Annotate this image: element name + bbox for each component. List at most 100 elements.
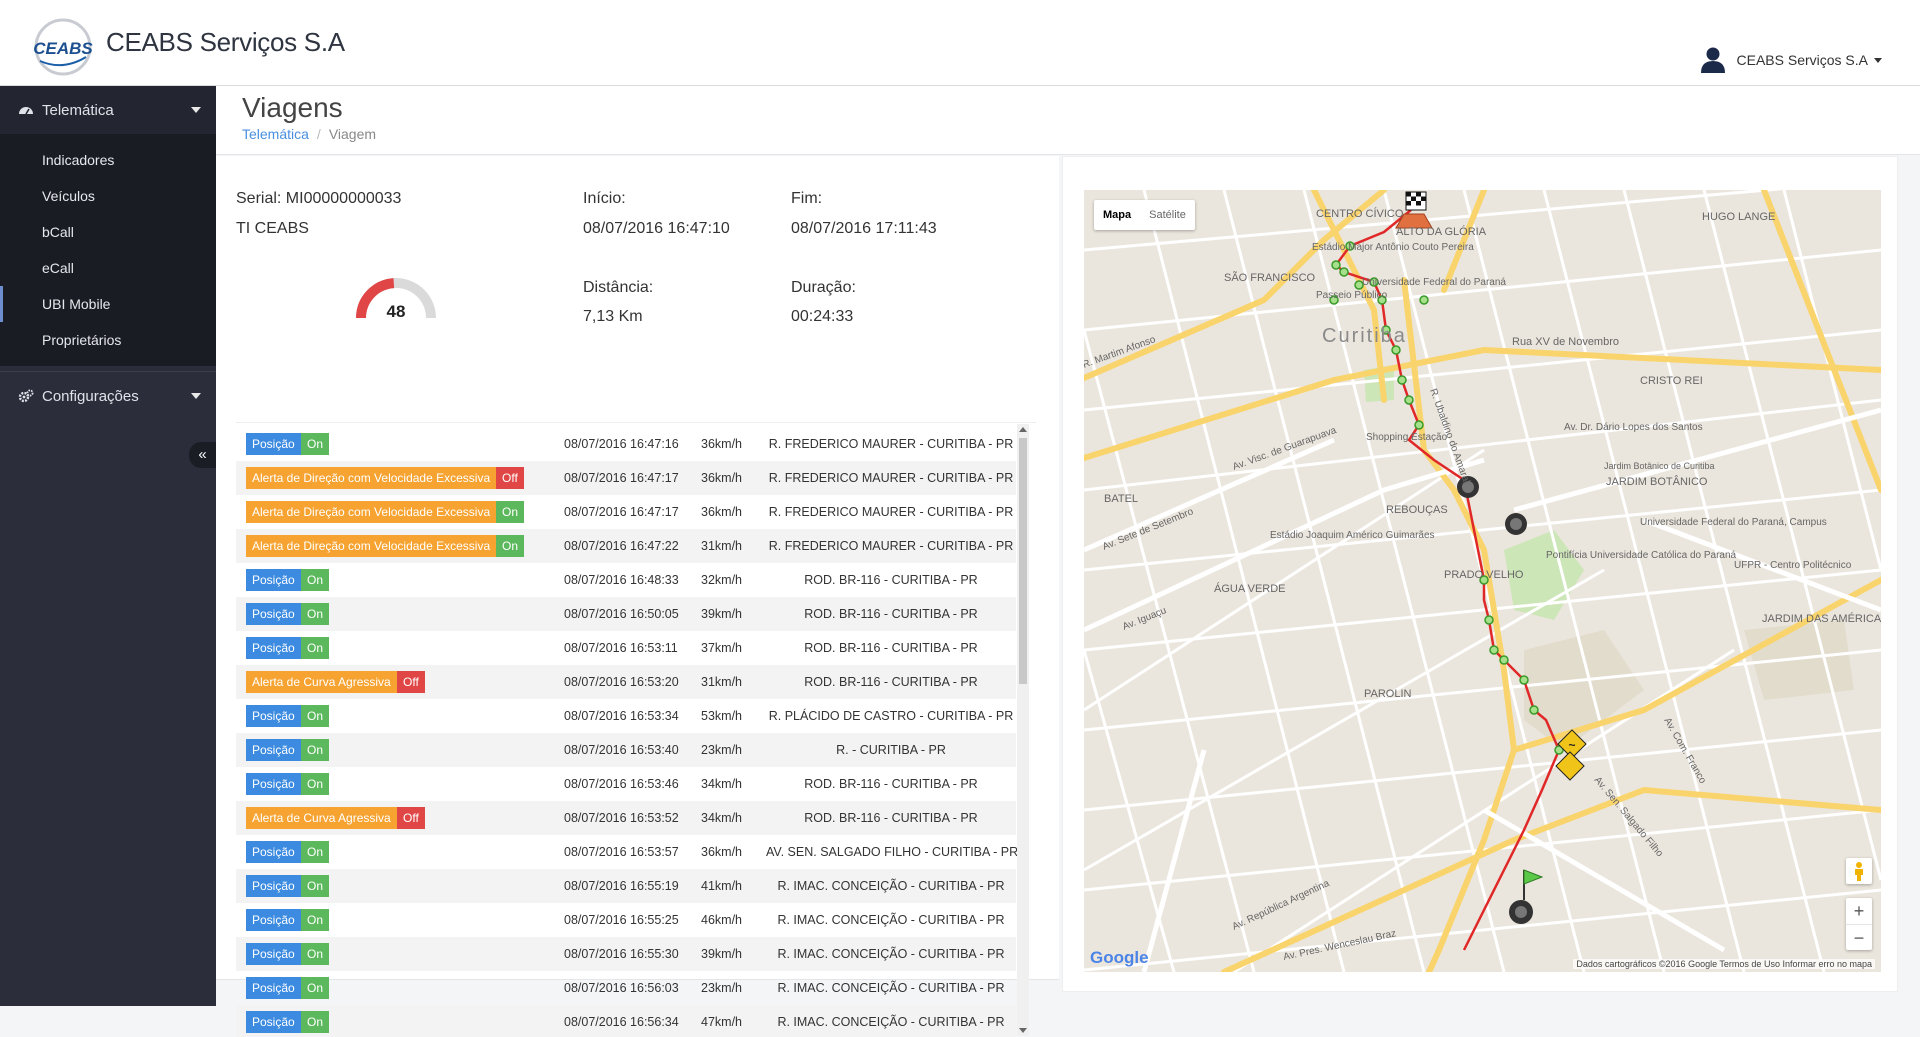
brake-alert-marker-icon[interactable] xyxy=(1509,900,1533,924)
zoom-out-button[interactable]: − xyxy=(1846,924,1872,950)
duration-value: 00:24:33 xyxy=(791,308,854,325)
event-row[interactable]: Posição On 08/07/2016 16:56:03 23km/h R. IMA… xyxy=(236,971,1016,1005)
brand-name: CEABS Serviços S.A xyxy=(106,27,345,57)
scrollbar-thumb[interactable] xyxy=(1019,438,1027,684)
event-row[interactable]: Posição On 08/07/2016 16:50:05 39km/h ROD. B… xyxy=(236,597,1016,631)
top-bar: CEABS CEABS Serviços S.A CEABS Serviços … xyxy=(0,0,1920,86)
event-time: 08/07/2016 16:47:17 xyxy=(564,505,679,519)
event-state-badge: On xyxy=(301,637,330,659)
sidebar-item-ecall[interactable]: eCall xyxy=(0,250,216,286)
event-row[interactable]: Posição On 08/07/2016 16:55:19 41km/h R. IMA… xyxy=(236,869,1016,903)
map-label: REBOUÇAS xyxy=(1386,504,1448,516)
map-attribution[interactable]: Dados cartográficos ©2016 Google Termos … xyxy=(1573,959,1875,969)
map-type-control: Mapa Satélite xyxy=(1094,200,1195,230)
events-table: Posição On 08/07/2016 16:47:16 36km/h R. FRE… xyxy=(236,422,1036,1037)
event-speed: 36km/h xyxy=(701,471,742,485)
event-row[interactable]: Posição On 08/07/2016 16:53:57 36km/h AV. SE… xyxy=(236,835,1019,869)
event-row[interactable]: Posição On 08/07/2016 16:53:40 23km/h R. - C… xyxy=(236,733,1016,767)
event-row[interactable]: Alerta de Curva Agressiva Off 08/07/2016 1… xyxy=(236,665,1016,699)
event-address: R. PLÁCIDO DE CASTRO - CURITIBA - PR xyxy=(768,709,1014,723)
event-address: ROD. BR-116 - CURITIBA - PR xyxy=(804,641,978,655)
street-view-pegman-icon[interactable] xyxy=(1846,858,1872,884)
event-speed: 31km/h xyxy=(701,539,742,553)
event-time: 08/07/2016 16:55:19 xyxy=(564,879,679,893)
start-label: Início: xyxy=(583,190,626,207)
breadcrumb-link-telematica[interactable]: Telemática xyxy=(242,126,309,142)
sidebar-section-label: Configurações xyxy=(42,387,139,405)
event-address: R. FREDERICO MAURER - CURITIBA - PR xyxy=(768,505,1014,519)
event-row[interactable]: Posição On 08/07/2016 16:53:34 53km/h R. PLÁ… xyxy=(236,699,1016,733)
map-label: PAROLIN xyxy=(1364,688,1412,700)
event-time: 08/07/2016 16:48:33 xyxy=(564,573,679,587)
event-state-badge: On xyxy=(496,535,525,557)
event-speed: 34km/h xyxy=(701,811,742,825)
scroll-down-icon[interactable] xyxy=(1019,1028,1027,1033)
event-address: ROD. BR-116 - CURITIBA - PR xyxy=(804,607,978,621)
ceabs-logo[interactable]: CEABS xyxy=(28,17,98,77)
map-type-mapa-button[interactable]: Mapa xyxy=(1094,200,1140,230)
event-row[interactable]: Posição On 08/07/2016 16:53:11 37km/h ROD. B… xyxy=(236,631,1016,665)
google-logo-text: Google xyxy=(1090,948,1149,967)
sidebar-item-indicadores[interactable]: Indicadores xyxy=(0,142,216,178)
event-row[interactable]: Posição On 08/07/2016 16:56:34 47km/h R. IMA… xyxy=(236,1005,1016,1037)
sidebar-section-telematica[interactable]: Telemática xyxy=(0,86,216,134)
event-address: R. IMAC. CONCEIÇÃO - CURITIBA - PR xyxy=(777,1015,1005,1029)
sidebar-item-ubi-mobile[interactable]: UBI Mobile xyxy=(0,286,216,322)
event-speed: 46km/h xyxy=(701,913,742,927)
event-address: AV. SEN. SALGADO FILHO - CURITIBA - PR xyxy=(766,845,1019,859)
event-type-badge: Posição xyxy=(246,943,301,965)
map-label: Universidade Federal do Paraná, Campus xyxy=(1640,517,1827,528)
collapse-sidebar-button[interactable]: « xyxy=(189,442,216,468)
event-state-badge: On xyxy=(301,977,330,999)
map-label: Pontifícia Universidade Católica do Para… xyxy=(1546,550,1737,561)
event-row[interactable]: Posição On 08/07/2016 16:48:33 32km/h ROD. B… xyxy=(236,563,1016,597)
map-label: ÁGUA VERDE xyxy=(1214,582,1286,595)
trip-map[interactable]: ~ CENTRO CÍVICO ALTO DA GLÓRIA HUGO LANG… xyxy=(1084,190,1881,972)
sidebar-item-proprietarios[interactable]: Proprietários xyxy=(0,322,216,358)
event-type-badge: Posição xyxy=(246,977,301,999)
serial-label: Serial: MI00000000033 xyxy=(236,190,402,207)
sidebar-item-veiculos[interactable]: Veículos xyxy=(0,178,216,214)
event-row[interactable]: Posição On 08/07/2016 16:55:30 39km/h R. IMA… xyxy=(236,937,1016,971)
map-label: UFPR - Centro Politécnico xyxy=(1734,560,1852,571)
event-row[interactable]: Alerta de Curva Agressiva Off 08/07/2016 1… xyxy=(236,801,1016,835)
event-state-badge: On xyxy=(301,841,330,863)
trip-details-panel: Serial: MI00000000033 TI CEABS Início: 0… xyxy=(216,156,1059,1037)
page-header: Viagens Telemática / Viagem xyxy=(216,86,1920,155)
map-type-satellite-button[interactable]: Satélite xyxy=(1140,200,1195,230)
event-row[interactable]: Posição On 08/07/2016 16:53:46 34km/h ROD. B… xyxy=(236,767,1016,801)
map-label: HUGO LANGE xyxy=(1702,211,1775,223)
chevron-down-icon xyxy=(191,393,201,399)
event-row[interactable]: Posição On 08/07/2016 16:47:16 36km/h R. FRE… xyxy=(236,427,1016,461)
zoom-in-button[interactable]: + xyxy=(1846,898,1872,924)
event-row[interactable]: Alerta de Direção com Velocidade Excessi… xyxy=(236,529,1016,563)
map-label: ALTO DA GLÓRIA xyxy=(1396,225,1487,238)
brake-alert-marker-icon[interactable] xyxy=(1505,513,1527,535)
event-type-badge: Posição xyxy=(246,841,301,863)
event-state-badge: On xyxy=(301,773,330,795)
sidebar-item-bcall[interactable]: bCall xyxy=(0,214,216,250)
event-state-badge: On xyxy=(301,943,330,965)
event-address: ROD. BR-116 - CURITIBA - PR xyxy=(804,675,978,689)
map-label: JARDIM DAS AMÉRICAS xyxy=(1762,612,1881,625)
scroll-up-icon[interactable] xyxy=(1019,427,1027,432)
event-time: 08/07/2016 16:53:11 xyxy=(564,641,678,655)
event-address: ROD. BR-116 - CURITIBA - PR xyxy=(804,573,978,587)
event-row[interactable]: Alerta de Direção com Velocidade Excessi… xyxy=(236,495,1016,529)
event-speed: 31km/h xyxy=(701,675,742,689)
event-state-badge: Off xyxy=(496,467,524,489)
event-state-badge: On xyxy=(301,569,330,591)
event-address: R. FREDERICO MAURER - CURITIBA - PR xyxy=(768,539,1014,553)
page-title: Viagens xyxy=(242,92,343,123)
breadcrumb-separator: / xyxy=(316,126,321,142)
user-menu[interactable]: CEABS Serviços S.A xyxy=(1699,46,1882,74)
event-row[interactable]: Alerta de Direção com Velocidade Excessi… xyxy=(236,461,1016,495)
event-row[interactable]: Posição On 08/07/2016 16:55:25 46km/h R. IMA… xyxy=(236,903,1016,937)
events-scrollbar[interactable] xyxy=(1017,424,1029,1036)
map-label: CENTRO CÍVICO xyxy=(1316,207,1404,220)
event-address: R. FREDERICO MAURER - CURITIBA - PR xyxy=(768,437,1014,451)
map-canvas[interactable]: ~ CENTRO CÍVICO ALTO DA GLÓRIA HUGO LANG… xyxy=(1084,190,1881,972)
sidebar-section-configuracoes[interactable]: Configurações xyxy=(0,372,216,420)
google-logo: Google xyxy=(1090,948,1149,968)
dashboard-icon xyxy=(19,107,33,115)
